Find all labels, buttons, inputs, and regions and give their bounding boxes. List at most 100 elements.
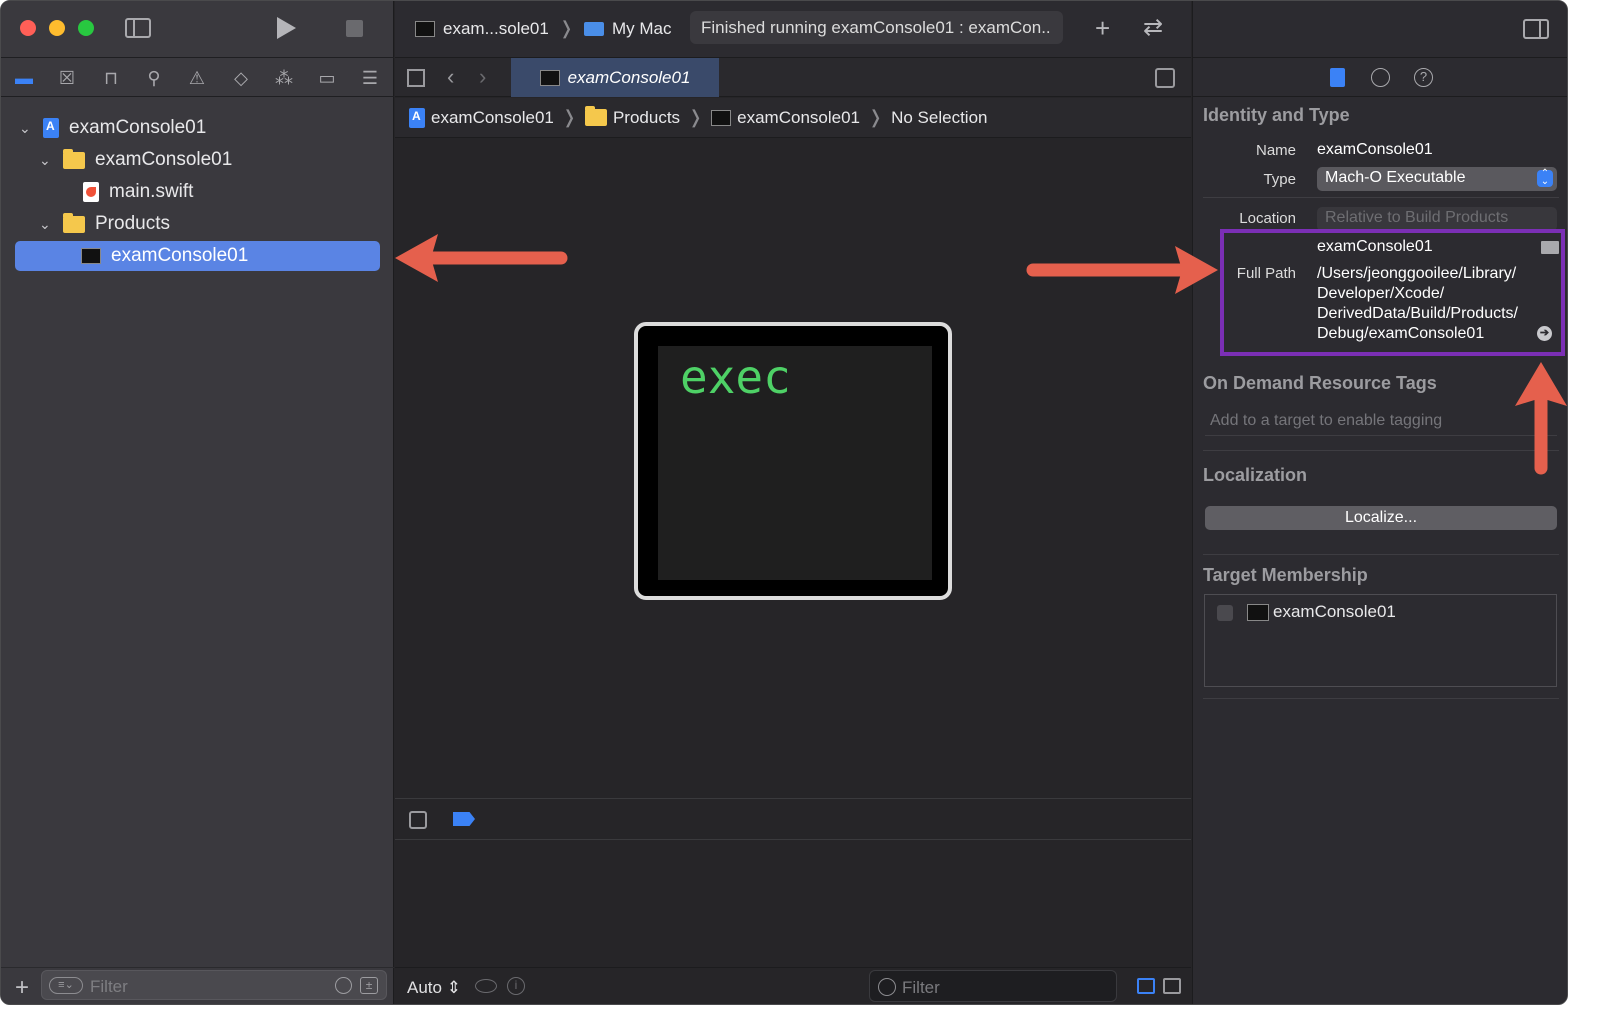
breadcrumb-item[interactable]: examConsole01 (431, 108, 554, 128)
sidebar-toggle-icon[interactable] (125, 18, 151, 38)
tree-item-project[interactable]: ⌄ examConsole01 (19, 113, 206, 143)
stop-button[interactable] (346, 20, 363, 37)
divider (1203, 450, 1559, 451)
tree-item-group[interactable]: ⌄ examConsole01 (39, 145, 232, 175)
quick-help-icon[interactable]: ? (1414, 68, 1433, 87)
code-review-icon[interactable]: ⇄ (1143, 13, 1163, 42)
console-filter-field[interactable]: Filter (869, 970, 1117, 1002)
membership-checkbox[interactable] (1217, 605, 1233, 621)
breakpoint-navigator-icon[interactable]: ▭ (316, 67, 338, 89)
filter-placeholder: Filter (90, 977, 128, 996)
project-navigator-icon[interactable]: ▬ (13, 67, 35, 89)
inspector-tabs: ? (1193, 57, 1567, 97)
name-value[interactable]: examConsole01 (1317, 141, 1433, 159)
tree-item-label: main.swift (109, 181, 194, 202)
debug-navigator-icon[interactable]: ⁂ (273, 67, 295, 89)
type-select[interactable]: Mach-O Executable ⌃ ⌄ (1317, 167, 1557, 191)
minimize-window-button[interactable] (49, 20, 65, 36)
variables-mode-select[interactable]: Auto ⇕ (407, 978, 461, 998)
window-toolbar: exam...sole01 ❭ My Mac Finished running … (395, 1, 1191, 57)
forward-icon[interactable]: › (479, 64, 486, 90)
arrow-up-icon (1515, 362, 1567, 475)
file-inspector-icon[interactable] (1330, 68, 1345, 87)
related-items-icon[interactable] (407, 69, 425, 87)
executable-icon (539, 69, 560, 86)
tree-item-label: examConsole01 (95, 149, 233, 170)
project-icon (43, 118, 59, 138)
hide-debug-area-icon[interactable] (409, 811, 427, 829)
source-control-navigator-icon[interactable]: ☒ (56, 67, 78, 89)
location-select[interactable]: Relative to Build Products (1317, 207, 1557, 231)
symbol-navigator-icon[interactable]: ⊓ (100, 67, 122, 89)
chevron-down-icon[interactable]: ⌄ (39, 153, 53, 167)
activity-status: Finished running examConsole01 : examCon… (690, 11, 1063, 44)
navigator-filter-field[interactable]: ≡⌄ Filter ± (41, 970, 387, 1000)
back-icon[interactable]: ‹ (447, 64, 454, 90)
zoom-window-button[interactable] (78, 20, 94, 36)
preview-text: exec (680, 350, 791, 404)
chevron-down-icon[interactable]: ⌄ (39, 217, 53, 231)
terminal-screen: exec (658, 346, 932, 580)
editor-area: exam...sole01 ❭ My Mac Finished running … (395, 1, 1191, 1004)
type-label: Type (1263, 171, 1296, 188)
inspector-toggle-icon[interactable] (1523, 19, 1549, 39)
close-window-button[interactable] (20, 20, 36, 36)
tree-item-products[interactable]: ⌄ Products (39, 209, 170, 239)
breadcrumb-item[interactable]: Products (613, 108, 680, 128)
breadcrumb-item[interactable]: examConsole01 (737, 108, 860, 128)
tree-item-label: examConsole01 (111, 245, 249, 266)
folder-icon (63, 212, 85, 233)
name-label: Name (1255, 142, 1296, 159)
tags-section-title: On Demand Resource Tags (1203, 373, 1437, 393)
swift-file-icon (83, 182, 99, 202)
executable-icon (81, 248, 101, 264)
scheme-target-icon (415, 20, 435, 37)
localize-button[interactable]: Localize... (1205, 506, 1557, 530)
chevron-down-icon[interactable]: ⌄ (19, 121, 33, 135)
location-label: Location (1239, 210, 1296, 227)
report-navigator-icon[interactable]: ☰ (359, 67, 381, 89)
filter-placeholder: Filter (902, 978, 940, 997)
type-value: Mach-O Executable (1325, 169, 1466, 186)
show-variables-view-icon[interactable] (1137, 978, 1155, 994)
tab-label: examConsole01 (567, 67, 691, 87)
tree-item-label: Products (95, 213, 170, 234)
navigator-footer: + ≡⌄ Filter ± (1, 967, 394, 1004)
info-icon[interactable]: i (507, 977, 525, 995)
source-control-filter-icon[interactable]: ± (360, 977, 378, 994)
variables-mode-label: Auto (407, 978, 442, 997)
library-plus-icon[interactable]: + (1095, 13, 1110, 44)
editor-tab-bar: ‹ › examConsole01 (395, 57, 1191, 97)
breakpoints-toggle-icon[interactable] (453, 812, 475, 826)
tree-item-main-swift[interactable]: main.swift (83, 177, 193, 207)
recent-files-icon[interactable] (335, 977, 352, 994)
executable-preview: exec (634, 322, 952, 600)
tab-examconsole01[interactable]: examConsole01 (511, 58, 719, 97)
show-console-view-icon[interactable] (1163, 978, 1181, 994)
folder-icon (63, 148, 85, 169)
divider (1203, 554, 1559, 555)
inspector-panel: ? Identity and Type Name examConsole01 T… (1192, 1, 1567, 1004)
console-footer: Auto ⇕ i Filter (395, 967, 1191, 1004)
test-navigator-icon[interactable]: ◇ (230, 67, 252, 89)
filter-icon (878, 978, 896, 996)
navigator-sidebar: ▬ ☒ ⊓ ⚲ ⚠ ◇ ⁂ ▭ ☰ ⌄ examConsole01 ⌄ exam… (1, 1, 394, 1004)
split-editor-icon[interactable] (1155, 68, 1175, 88)
breadcrumb-item[interactable]: No Selection (891, 108, 987, 128)
issue-navigator-icon[interactable]: ⚠ (186, 67, 208, 89)
run-button[interactable] (277, 17, 296, 39)
executable-icon (1247, 604, 1269, 621)
quick-look-icon[interactable] (475, 979, 497, 993)
breadcrumb: examConsole01 ❭ Products ❭ examConsole01… (395, 98, 1191, 138)
tree-item-executable[interactable]: examConsole01 (15, 241, 380, 271)
find-navigator-icon[interactable]: ⚲ (143, 67, 165, 89)
membership-target-label: examConsole01 (1273, 602, 1396, 621)
filter-options-icon[interactable]: ≡⌄ (49, 977, 83, 994)
identity-section-title: Identity and Type (1203, 105, 1350, 125)
location-value: Relative to Build Products (1325, 209, 1509, 226)
target-membership-list: examConsole01 (1204, 594, 1557, 687)
history-inspector-icon[interactable] (1371, 68, 1390, 87)
scheme-selector[interactable]: exam...sole01 ❭ My Mac (415, 18, 671, 39)
add-file-button[interactable]: + (15, 974, 29, 1002)
scheme-destination: My Mac (611, 18, 672, 38)
